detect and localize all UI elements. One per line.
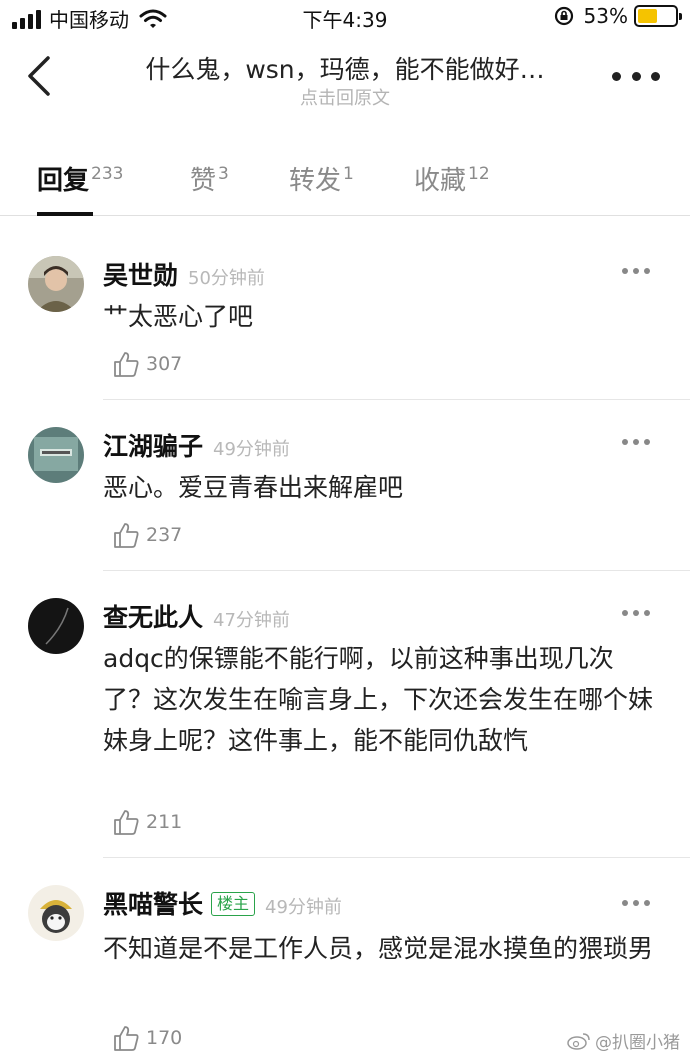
like-button[interactable]: 170 xyxy=(112,1024,182,1052)
tab-reposts[interactable]: 转发 1 xyxy=(289,160,354,197)
watermark-text: @扒圈小猪 xyxy=(595,1033,680,1053)
tab-replies-count: 233 xyxy=(91,164,124,184)
tab-likes-label: 赞 xyxy=(190,166,217,196)
tab-reposts-count: 1 xyxy=(343,164,354,184)
back-to-original-link[interactable]: 点击回原文 xyxy=(110,84,580,110)
like-count: 237 xyxy=(146,524,183,546)
comment-more-icon[interactable] xyxy=(622,610,650,618)
rotation-lock-icon xyxy=(554,6,573,26)
comment-author-name: 江湖骗子 xyxy=(103,432,204,461)
comment-more-icon[interactable] xyxy=(622,268,650,276)
avatar[interactable] xyxy=(28,598,84,654)
comment-text: 恶心。爱豆青春出来解雇吧 xyxy=(103,473,404,502)
comment-author[interactable]: 吴世勋 50分钟前 xyxy=(103,256,265,292)
comment-author-name: 黑喵警长 xyxy=(103,890,204,919)
weibo-logo-icon xyxy=(567,1032,590,1050)
divider xyxy=(103,857,690,858)
thumbs-up-icon xyxy=(114,523,139,548)
tab-replies[interactable]: 回复 233 xyxy=(37,160,123,197)
status-bar: 中国移动 下午4:39 53% xyxy=(0,0,690,36)
comment-author[interactable]: 查无此人 47分钟前 xyxy=(103,598,290,634)
comment-more-icon[interactable] xyxy=(622,900,650,908)
comment-text: 不知道是不是工作人员，感觉是混水摸鱼的猥琐男 xyxy=(103,934,654,963)
comment-time: 50分钟前 xyxy=(188,268,265,289)
tab-likes-count: 3 xyxy=(218,164,229,184)
battery-fill xyxy=(638,9,658,23)
tab-replies-label: 回复 xyxy=(37,166,90,196)
like-button[interactable]: 237 xyxy=(112,521,182,549)
tab-favorites-label: 收藏 xyxy=(414,166,467,196)
nav-header: 什么鬼，wsn，玛德，能不能做好… 点击回原文 xyxy=(0,36,690,116)
tab-bar: 回复 233 赞3 转发 1 收藏 12 xyxy=(0,150,690,216)
thumbs-up-icon xyxy=(114,1026,139,1051)
active-tab-indicator xyxy=(37,212,93,216)
like-button[interactable]: 307 xyxy=(112,350,182,378)
comment-text: adqc的保镖能不能行啊，以前这种事出现几次了？这次发生在喻言身上，下次还会发生… xyxy=(103,644,654,755)
back-arrow-icon[interactable] xyxy=(22,54,58,98)
comment-author[interactable]: 江湖骗子 49分钟前 xyxy=(103,427,290,463)
comment-author[interactable]: 黑喵警长 楼主 49分钟前 xyxy=(103,885,342,921)
thumbs-up-icon xyxy=(114,352,139,377)
comment-more-icon[interactable] xyxy=(622,439,650,447)
watermark: @扒圈小猪 xyxy=(567,1028,680,1053)
owner-badge: 楼主 xyxy=(211,892,256,916)
avatar[interactable] xyxy=(28,427,84,483)
page-title: 什么鬼，wsn，玛德，能不能做好… xyxy=(145,55,545,84)
thumbs-up-icon xyxy=(114,810,139,835)
comment-time: 49分钟前 xyxy=(213,439,290,460)
more-options-icon[interactable] xyxy=(612,66,660,86)
comment-author-name: 吴世勋 xyxy=(103,261,179,290)
tab-reposts-label: 转发 xyxy=(289,166,342,196)
like-count: 307 xyxy=(146,353,183,375)
comment-time: 47分钟前 xyxy=(213,610,290,631)
tab-likes[interactable]: 赞3 xyxy=(190,160,229,197)
divider xyxy=(103,570,690,571)
avatar[interactable] xyxy=(28,885,84,941)
like-count: 211 xyxy=(146,811,183,833)
tab-favorites-count: 12 xyxy=(468,164,490,184)
comment-author-name: 查无此人 xyxy=(103,603,204,632)
battery-percent: 53% xyxy=(583,4,628,28)
like-button[interactable]: 211 xyxy=(112,808,182,836)
like-count: 170 xyxy=(146,1027,183,1049)
comment-time: 49分钟前 xyxy=(265,897,342,918)
avatar[interactable] xyxy=(28,256,84,312)
comment-text: 艹太恶心了吧 xyxy=(103,302,254,331)
divider xyxy=(103,399,690,400)
status-right: 53% xyxy=(554,4,682,28)
tab-favorites[interactable]: 收藏 12 xyxy=(414,160,490,197)
battery-icon xyxy=(634,5,682,27)
